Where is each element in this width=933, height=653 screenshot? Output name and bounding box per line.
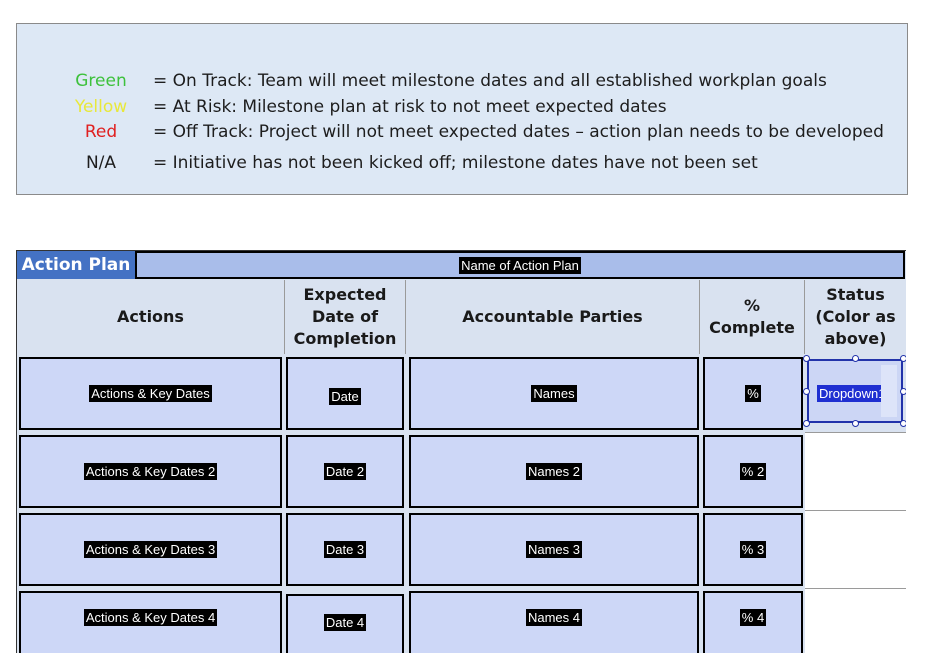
row1-percent-cell[interactable]: % bbox=[703, 357, 803, 430]
row3-actions-label: Actions & Key Dates 3 bbox=[83, 541, 218, 558]
legend-desc-yellow: = At Risk: Milestone plan at risk to not… bbox=[153, 97, 667, 117]
resize-handle-top[interactable] bbox=[852, 355, 859, 362]
row2-actions-cell[interactable]: Actions & Key Dates 2 bbox=[19, 435, 282, 508]
resize-handle-top-right[interactable] bbox=[900, 355, 906, 362]
legend-key-red: Red bbox=[84, 122, 118, 142]
legend-row-na: N/A = Initiative has not been kicked off… bbox=[17, 153, 907, 177]
row4-actions-cell[interactable]: Actions & Key Dates 4 bbox=[19, 591, 282, 653]
status-legend: Green = On Track: Team will meet milesto… bbox=[16, 23, 908, 195]
row2-date-cell[interactable]: Date 2 bbox=[286, 435, 404, 508]
row1-names-label: Names bbox=[531, 385, 577, 402]
resize-handle-bottom-left[interactable] bbox=[803, 420, 810, 427]
legend-row-red: Red = Off Track: Project will not meet e… bbox=[17, 122, 907, 146]
resize-handle-top-left[interactable] bbox=[803, 355, 810, 362]
row4-names-cell[interactable]: Names 4 bbox=[409, 591, 699, 653]
row3-date-cell[interactable]: Date 3 bbox=[286, 513, 404, 586]
row3-names-label: Names 3 bbox=[525, 541, 583, 558]
row2-names-label: Names 2 bbox=[525, 463, 583, 480]
action-plan-name-field[interactable]: Name of Action Plan bbox=[135, 251, 905, 279]
row1-date-cell[interactable]: Date bbox=[286, 357, 404, 430]
row1-percent-label: % bbox=[745, 385, 761, 402]
header-expected-date: Expected Date of Completion bbox=[285, 280, 406, 354]
row3-percent-label: % 3 bbox=[739, 541, 767, 558]
header-status: Status (Color as above) bbox=[815, 285, 896, 348]
row4-date-cell[interactable]: Date 4 bbox=[286, 594, 404, 653]
legend-key-green: Green bbox=[75, 71, 127, 91]
resize-handle-bottom[interactable] bbox=[852, 420, 859, 427]
dropdown-arrow-button[interactable] bbox=[881, 365, 897, 417]
row2-percent-label: % 2 bbox=[739, 463, 767, 480]
legend-row-green: Green = On Track: Team will meet milesto… bbox=[17, 71, 907, 95]
resize-handle-left[interactable] bbox=[803, 388, 810, 395]
row2-percent-cell[interactable]: % 2 bbox=[703, 435, 803, 508]
row2-actions-label: Actions & Key Dates 2 bbox=[83, 463, 218, 480]
row3-status-cell[interactable] bbox=[805, 510, 906, 588]
legend-desc-red: = Off Track: Project will not meet expec… bbox=[153, 122, 884, 142]
row4-status-cell[interactable] bbox=[805, 588, 906, 653]
resize-handle-bottom-right[interactable] bbox=[900, 420, 906, 427]
legend-row-yellow: Yellow = At Risk: Milestone plan at risk… bbox=[17, 97, 907, 121]
action-plan-name-label: Name of Action Plan bbox=[459, 256, 581, 274]
legend-desc-green: = On Track: Team will meet milestone dat… bbox=[153, 71, 827, 91]
row3-actions-cell[interactable]: Actions & Key Dates 3 bbox=[19, 513, 282, 586]
row4-date-label: Date 4 bbox=[323, 613, 367, 631]
header-actions: Actions bbox=[17, 280, 285, 354]
row3-names-cell[interactable]: Names 3 bbox=[409, 513, 699, 586]
row1-date-label: Date bbox=[329, 388, 361, 405]
action-plan-title: Action Plan bbox=[17, 251, 135, 279]
action-plan-table: Action Plan Name of Action Plan Actions … bbox=[16, 250, 906, 653]
header-accountable-parties: Accountable Parties bbox=[406, 280, 700, 354]
status-dropdown[interactable]: Dropdown12 bbox=[807, 359, 903, 423]
legend-desc-na: = Initiative has not been kicked off; mi… bbox=[153, 153, 758, 173]
row2-date-label: Date 2 bbox=[323, 463, 367, 480]
row1-actions-cell[interactable]: Actions & Key Dates bbox=[19, 357, 282, 430]
row1-actions-label: Actions & Key Dates bbox=[89, 385, 212, 402]
row4-names-label: Names 4 bbox=[525, 609, 583, 626]
header-percent-complete: % Complete bbox=[700, 280, 805, 354]
row3-date-label: Date 3 bbox=[323, 541, 367, 558]
legend-key-yellow: Yellow bbox=[74, 97, 128, 117]
resize-handle-right[interactable] bbox=[900, 388, 906, 395]
row1-names-cell[interactable]: Names bbox=[409, 357, 699, 430]
legend-key-na: N/A bbox=[85, 153, 117, 173]
row2-status-cell[interactable] bbox=[805, 432, 906, 510]
row4-percent-label: % 4 bbox=[739, 609, 767, 626]
row4-percent-cell[interactable]: % 4 bbox=[703, 591, 803, 653]
row3-percent-cell[interactable]: % 3 bbox=[703, 513, 803, 586]
row4-actions-label: Actions & Key Dates 4 bbox=[83, 609, 218, 626]
row2-names-cell[interactable]: Names 2 bbox=[409, 435, 699, 508]
